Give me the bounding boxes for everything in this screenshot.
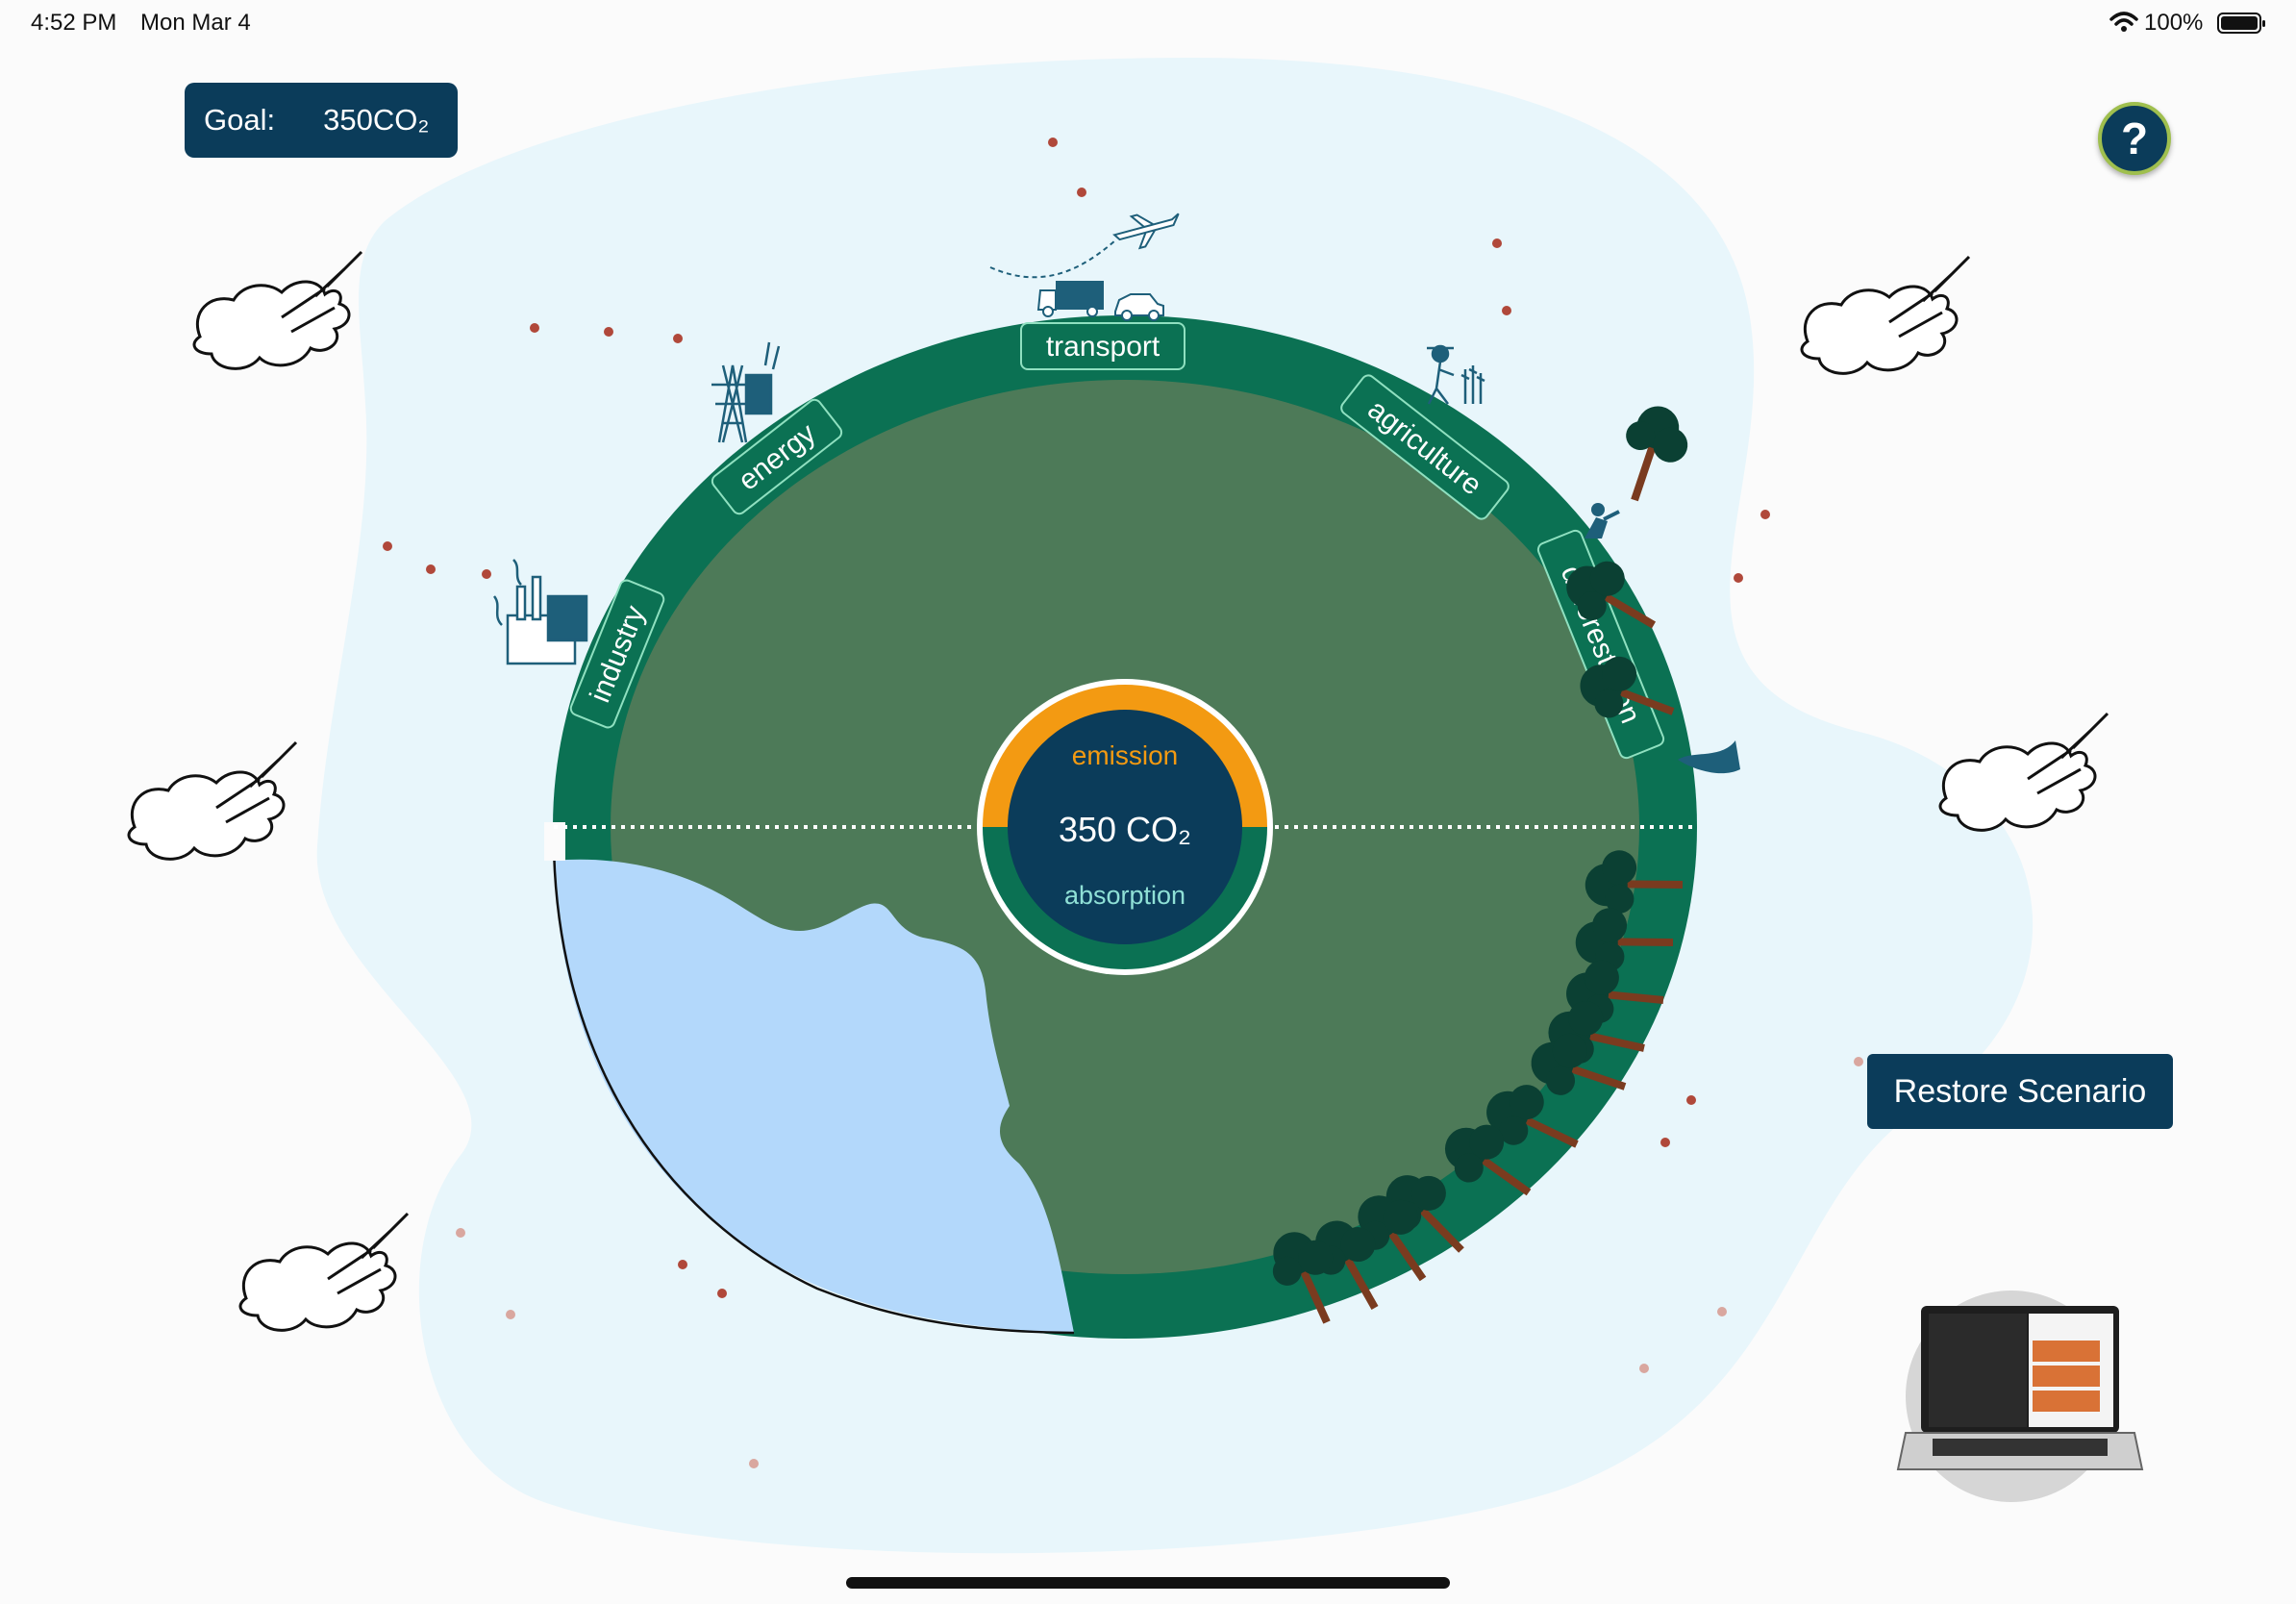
emission-label: emission <box>1072 740 1178 770</box>
climate-scene: emission 350 CO₂ absorption transport en… <box>127 58 2144 1554</box>
help-button[interactable]: ? <box>2098 102 2171 175</box>
co2-value: 350 CO₂ <box>1059 810 1191 849</box>
restore-scenario-button[interactable]: Restore Scenario <box>1867 1054 2173 1129</box>
sector-transport[interactable]: transport <box>1020 322 1185 370</box>
cloud-icon <box>192 250 363 370</box>
goal-label: Goal: <box>204 103 276 137</box>
cloud-icon <box>1938 712 2109 832</box>
cloud-icon <box>1800 255 1971 375</box>
sector-label: transport <box>1046 331 1160 363</box>
goal-value: 350CO₂ <box>323 103 430 137</box>
absorption-label: absorption <box>1064 881 1185 910</box>
cloud-icon <box>127 740 298 861</box>
laptop-icon[interactable] <box>1896 1291 2144 1502</box>
help-icon: ? <box>2120 113 2149 163</box>
home-indicator[interactable] <box>846 1577 1450 1589</box>
goal-badge: Goal: 350CO₂ <box>185 83 458 158</box>
cloud-icon <box>238 1212 410 1332</box>
